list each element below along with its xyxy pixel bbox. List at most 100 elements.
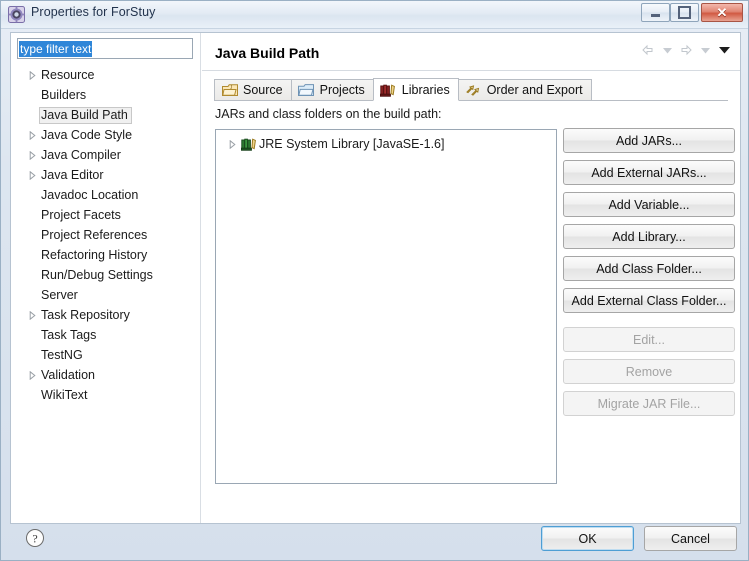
libraries-tab-content: JARs and class folders on the build path… [214,100,735,513]
expand-arrow-icon[interactable] [25,170,39,180]
add-library-button[interactable]: Add Library... [563,224,735,249]
add-jars-button[interactable]: Add JARs... [563,128,735,153]
sidebar-item-java-compiler[interactable]: Java Compiler [11,145,199,165]
sidebar-item-label: Project Facets [41,207,121,222]
expand-arrow-icon[interactable] [25,370,39,380]
title-divider [202,70,740,71]
order-export-icon [465,83,482,98]
filter-input[interactable]: type filter text [17,38,193,59]
sidebar-item-validation[interactable]: Validation [11,365,199,385]
sidebar-item-task-tags[interactable]: Task Tags [11,325,199,345]
properties-dialog-window: Properties for ForStuy ✕ type filter tex… [0,0,749,561]
add-class-folder-button[interactable]: Add Class Folder... [563,256,735,281]
tab-order-and-export[interactable]: Order and Export [457,79,592,100]
sidebar-item-label: Server [41,287,78,302]
sidebar-item-label: Java Build Path [39,106,132,124]
sidebar-item-run-debug-settings[interactable]: Run/Debug Settings [11,265,199,285]
sidebar-item-label: Validation [41,367,95,382]
library-entry-row[interactable]: JRE System Library [JavaSE-1.6] [216,134,556,154]
sidebar-item-project-facets[interactable]: Project Facets [11,205,199,225]
sidebar-item-builders[interactable]: Builders [11,85,199,105]
sidebar-item-label: Java Editor [41,167,104,182]
sidebar-item-label: Java Code Style [41,127,133,142]
page-nav-buttons[interactable] [640,42,732,58]
ok-button[interactable]: OK [541,526,634,551]
forward-dropdown-icon[interactable] [697,42,713,58]
libraries-books-icon [379,82,397,97]
libraries-list[interactable]: JRE System Library [JavaSE-1.6] [215,129,557,484]
libraries-button-column: Add JARs... Add External JARs... Add Varia… [563,128,739,423]
tab-label: Source [243,83,283,97]
jre-library-icon [240,137,259,151]
sidebar-item-label: Run/Debug Settings [41,267,153,282]
title-bar: Properties for ForStuy ✕ [1,1,748,29]
sidebar-item-java-build-path[interactable]: Java Build Path [11,105,199,125]
dialog-footer: ? OK Cancel [10,524,741,553]
remove-button: Remove [563,359,735,384]
window-title: Properties for ForStuy [31,5,156,19]
sidebar-item-task-repository[interactable]: Task Repository [11,305,199,325]
cancel-button[interactable]: Cancel [644,526,737,551]
tab-label: Order and Export [486,83,583,97]
maximize-button[interactable] [670,3,699,22]
close-icon: ✕ [716,5,728,20]
filter-input-value: type filter text [19,41,93,57]
back-dropdown-icon[interactable] [659,42,675,58]
expand-arrow-icon[interactable] [25,150,39,160]
sidebar-item-label: Refactoring History [41,247,148,262]
view-menu-chevron-icon[interactable] [716,42,732,58]
cancel-button-label[interactable]: Cancel [644,526,737,551]
ok-button-label[interactable]: OK [541,526,634,551]
sidebar-item-wikitext[interactable]: WikiText [11,385,199,405]
expand-arrow-icon[interactable] [25,70,39,80]
dialog-body: type filter text Resource Builders Java Bu… [10,32,741,524]
add-variable-button[interactable]: Add Variable... [563,192,735,217]
tab-projects[interactable]: Projects [290,79,374,100]
page-pane: Java Build Path J Source Projects Librar… [202,33,740,523]
library-entry-label: JRE System Library [JavaSE-1.6] [259,137,445,151]
back-arrow-icon[interactable] [640,42,656,58]
sidebar-item-label: Builders [41,87,87,102]
sidebar-item-label: TestNG [41,347,83,362]
add-external-jars-button[interactable]: Add External JARs... [563,160,735,185]
sidebar-item-label: Task Tags [41,327,97,342]
tab-source[interactable]: J Source [214,79,292,100]
add-external-class-folder-button[interactable]: Add External Class Folder... [563,288,735,313]
sidebar-item-java-editor[interactable]: Java Editor [11,165,199,185]
page-title: Java Build Path [215,45,320,61]
sidebar-item-server[interactable]: Server [11,285,199,305]
help-question-icon[interactable]: ? [24,527,46,549]
sidebar-item-refactoring-history[interactable]: Refactoring History [11,245,199,265]
sidebar-item-javadoc-location[interactable]: Javadoc Location [11,185,199,205]
expand-arrow-icon[interactable] [25,130,39,140]
close-button[interactable]: ✕ [701,3,743,22]
build-path-tabs[interactable]: J Source Projects Libraries Order and Export [214,77,728,101]
sidebar-item-testng[interactable]: TestNG [11,345,199,365]
expand-arrow-icon[interactable] [25,310,39,320]
tab-label: Projects [319,83,365,97]
expand-arrow-icon[interactable] [225,139,240,149]
libraries-caption: JARs and class folders on the build path… [215,107,442,121]
sidebar-item-java-code-style[interactable]: Java Code Style [11,125,199,145]
svg-text:?: ? [32,532,37,546]
sidebar-item-label: Task Repository [41,307,130,322]
sidebar-item-label: WikiText [41,387,88,402]
tab-libraries[interactable]: Libraries [372,78,459,101]
settings-tree[interactable]: Resource Builders Java Build Path Java Code… [11,65,199,523]
minimize-icon [642,4,669,21]
edit-button: Edit... [563,327,735,352]
settings-tree-pane: type filter text Resource Builders Java Bu… [11,33,201,523]
migrate-jar-file-button: Migrate JAR File... [563,391,735,416]
maximize-icon [671,4,698,21]
sidebar-item-label: Resource [41,67,95,82]
sidebar-item-project-references[interactable]: Project References [11,225,199,245]
minimize-button[interactable] [641,3,670,22]
forward-arrow-icon[interactable] [678,42,694,58]
sidebar-item-label: Javadoc Location [41,187,139,202]
projects-folder-icon [298,83,315,98]
sidebar-item-label: Project References [41,227,148,242]
properties-gear-icon [8,6,25,23]
source-folder-icon: J [221,83,238,98]
sidebar-item-resource[interactable]: Resource [11,65,199,85]
tab-label: Libraries [401,82,450,97]
